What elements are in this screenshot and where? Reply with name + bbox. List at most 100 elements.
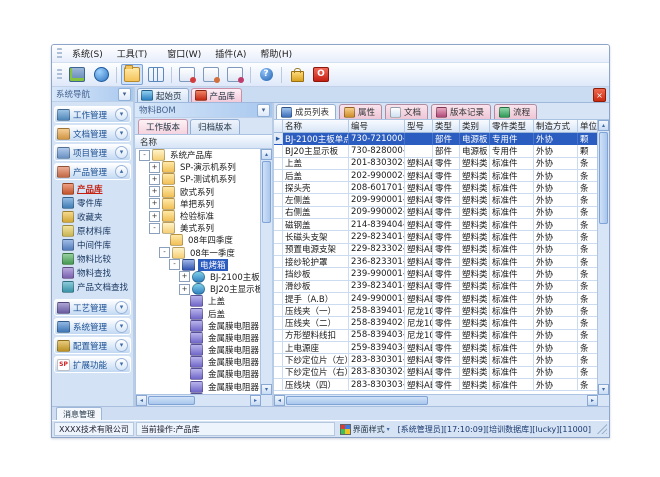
close-page-button[interactable]: × [593, 88, 606, 102]
table-row[interactable]: 预置电源支架229-823302-00X塑料ABS零件塑料类标准件外协条 [274, 244, 598, 256]
tab-member-list[interactable]: 成员列表 [276, 104, 336, 119]
chevron-down-icon[interactable]: ▾ [115, 301, 128, 314]
sidebar-group-document-management[interactable]: 文档管理▾ [54, 125, 131, 142]
scroll-left-icon[interactable]: ◂ [274, 395, 285, 406]
tree-column-header[interactable]: 名称 [135, 135, 272, 149]
sidebar-group-config-management[interactable]: 配置管理▾ [54, 337, 131, 354]
tree-node[interactable]: 08年四季度 [136, 234, 261, 246]
chevron-down-icon[interactable]: ▾ [115, 339, 128, 352]
column-header[interactable]: 类型 [433, 120, 460, 133]
table-row[interactable]: 右侧盖209-990002-01X塑料ABS零件塑料类标准件外协条 [274, 207, 598, 219]
sidebar-item-product-document-search[interactable]: 产品文档查找 [54, 280, 131, 294]
tree-node[interactable]: +SP-演示机系列 [136, 161, 261, 173]
tree-node-label[interactable]: 欧式系列 [178, 186, 216, 198]
table-row[interactable]: 挡纱板239-990001-01X塑料ABS零件塑料类标准件外协条 [274, 268, 598, 280]
tree-node[interactable]: 金属膜电阻器 [136, 332, 261, 344]
tree-hscroll-thumb[interactable] [148, 396, 195, 405]
tree-node[interactable]: +检验标准 [136, 210, 261, 222]
help-button[interactable]: ? [255, 64, 277, 85]
table-row[interactable]: 上盖201-830302-00X塑料ABS零件塑料类标准件外协条 [274, 158, 598, 170]
tab-documents[interactable]: 文档 [385, 104, 428, 119]
tree-node-label[interactable]: 电烤箱 [198, 259, 228, 271]
interface-style-picker[interactable]: 界面样式 ▾ [337, 424, 393, 435]
sidebar-group-process-management[interactable]: 工艺管理▾ [54, 299, 131, 316]
tree-node-label[interactable]: 单把系列 [178, 198, 216, 210]
column-header[interactable]: 类别 [460, 120, 490, 133]
tree-horizontal-scrollbar[interactable]: ◂ ▸ [136, 394, 261, 406]
expand-icon[interactable]: + [149, 174, 160, 185]
column-header[interactable]: 单位 [578, 120, 598, 133]
sidebar-item-material-search[interactable]: 物料查找 [54, 266, 131, 280]
table-row[interactable]: BJ20主显示板730-828000-04X部件电源板专用件外协颗 [274, 145, 598, 157]
sidebar-item-parts-library[interactable]: 零件库 [54, 196, 131, 210]
tree-node-label[interactable]: 08年四季度 [186, 234, 235, 246]
tree-node-label[interactable]: 上盖 [206, 295, 227, 307]
table-row[interactable]: 压线夹（一）258-839401-00X尼龙1010零件塑料类标准件外协条 [274, 305, 598, 317]
collapse-icon[interactable]: - [139, 150, 150, 161]
menu-item-plugins[interactable]: 插件(A) [208, 48, 253, 62]
doc-edit-button[interactable] [200, 64, 222, 85]
scroll-right-icon[interactable]: ▸ [587, 395, 598, 406]
tree-node-label[interactable]: 金属膜电阻器 [206, 356, 261, 368]
table-row[interactable]: 压线夹（二）258-839402-00X尼龙1010零件塑料类标准件外协条 [274, 317, 598, 329]
resize-grip[interactable] [597, 424, 607, 434]
table-vertical-scrollbar[interactable]: ▴ ▾ [597, 120, 609, 395]
tree-node[interactable]: + SP-测试机系列 [136, 173, 261, 185]
table-row[interactable]: 下纱定位片（右）283-830302-00X塑料ABS零件塑料类标准件外协条 [274, 367, 598, 379]
table-row[interactable]: 左侧盖209-990001-01X塑料ABS零件塑料类标准件外协条 [274, 194, 598, 206]
sidebar-item-material-compare[interactable]: 物料比较 [54, 252, 131, 266]
tree-node[interactable]: 金属膜电阻器 [136, 344, 261, 356]
tree-node-label[interactable]: 后盖 [206, 308, 227, 320]
tree-node[interactable]: +BJ-2100主板单点 [136, 271, 261, 283]
column-header[interactable]: 型号 [405, 120, 433, 133]
expand-icon[interactable]: + [179, 284, 190, 295]
sidebar-group-product-management[interactable]: 产品管理▴ [54, 163, 131, 180]
chevron-down-icon[interactable]: ▾ [115, 127, 128, 140]
tree-node[interactable]: 金属膜电阻器 [136, 381, 261, 393]
table-button[interactable] [145, 64, 167, 85]
tree-node-label[interactable]: SP-测试机系列 [178, 173, 238, 185]
sidebar-group-work-management[interactable]: 工作管理▾ [54, 106, 131, 123]
tree-node-label[interactable]: 金属膜电阻器 [206, 381, 261, 393]
table-horizontal-scrollbar[interactable]: ◂ ▸ [274, 394, 598, 406]
selector-column-header[interactable] [274, 120, 283, 133]
tab-version-history[interactable]: 版本记录 [431, 104, 491, 119]
chevron-down-icon[interactable]: ▾ [115, 358, 128, 371]
tab-start-page[interactable]: 起始页 [137, 88, 189, 102]
tree-node[interactable]: 后盖 [136, 307, 261, 319]
column-header[interactable]: 编号 [349, 120, 405, 133]
toolbar-grip[interactable] [57, 69, 62, 80]
table-row[interactable]: 下纱定位片（左）283-830301-00X塑料ABS零件塑料类标准件外协条 [274, 354, 598, 366]
table-row[interactable]: 滑纱板239-823401-00X塑料ABS零件塑料类标准件外协条 [274, 281, 598, 293]
menu-item-window[interactable]: 窗口(W) [160, 48, 208, 62]
tree-node-label[interactable]: 金属膜电阻器 [206, 344, 261, 356]
column-header[interactable]: 制造方式 [534, 120, 578, 133]
tree-node[interactable]: -08年一季度 [136, 247, 261, 259]
sidebar-group-system-management[interactable]: 系统管理▾ [54, 318, 131, 335]
tab-product-library[interactable]: 产品库 [191, 88, 243, 102]
tree-node-label[interactable]: 金属膜电阻器 [206, 320, 261, 332]
chevron-down-icon[interactable]: ▾ [115, 108, 128, 121]
tab-workflow[interactable]: 流程 [494, 104, 537, 119]
scroll-up-icon[interactable]: ▴ [598, 120, 609, 131]
globe-button[interactable] [90, 64, 112, 85]
table-row[interactable]: 提手（A.B）249-990001-01X塑料ABS零件塑料类标准件外协条 [274, 293, 598, 305]
column-header[interactable]: 名称 [283, 120, 349, 133]
tree-node[interactable]: +BJ20主显示板 [136, 283, 261, 295]
menu-item-help[interactable]: 帮助(H) [253, 48, 299, 62]
scroll-left-icon[interactable]: ◂ [136, 395, 147, 406]
doc-refresh-button[interactable] [224, 64, 246, 85]
table-row[interactable]: 后盖202-990002-01X塑料ABS零件塑料类标准件外协条 [274, 170, 598, 182]
computer-button[interactable] [66, 64, 88, 85]
expand-icon[interactable]: + [149, 186, 160, 197]
expand-icon[interactable]: + [149, 198, 160, 209]
tree-node-label[interactable]: 08年一季度 [188, 247, 237, 259]
tab-properties[interactable]: 属性 [339, 104, 382, 119]
tree-node[interactable]: + 欧式系列 [136, 186, 261, 198]
folder-button[interactable] [121, 64, 143, 85]
expand-icon[interactable]: + [179, 271, 190, 282]
sidebar-item-product-library[interactable]: 产品库 [54, 182, 131, 196]
pin-icon[interactable]: ▾ [118, 88, 131, 101]
table-hscroll-thumb[interactable] [286, 396, 428, 405]
lock-button[interactable] [286, 64, 308, 85]
